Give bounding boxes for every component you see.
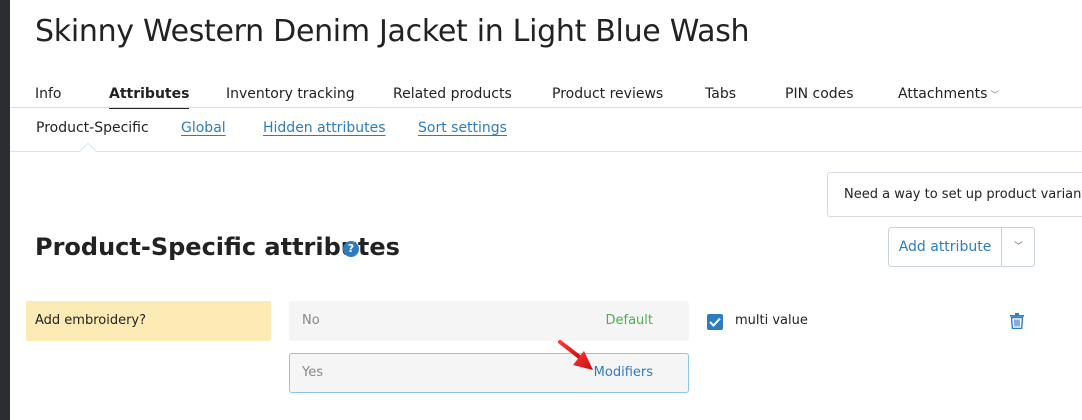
attribute-value-row[interactable]: Yes Modifiers: [289, 353, 689, 393]
subtabs-divider: [10, 151, 1082, 152]
tab-attachments[interactable]: Attachments ﹀: [898, 86, 999, 102]
multi-value-label: multi value: [735, 313, 808, 328]
attribute-value-text: No: [302, 313, 320, 328]
left-sidebar-strip: [0, 0, 10, 420]
tab-related-products[interactable]: Related products: [393, 86, 512, 102]
modifiers-link[interactable]: Modifiers: [594, 365, 653, 380]
add-attribute-dropdown-toggle[interactable]: ﹀: [1002, 228, 1035, 266]
tab-info[interactable]: Info: [35, 86, 62, 102]
checkmark-icon: [709, 317, 721, 327]
help-icon[interactable]: ?: [343, 241, 359, 257]
multi-value-checkbox[interactable]: [707, 314, 723, 330]
chevron-down-icon: ﹀: [1013, 242, 1023, 252]
tab-pin-codes[interactable]: PIN codes: [785, 86, 854, 102]
attribute-value-text: Yes: [302, 365, 323, 380]
product-variants-hint[interactable]: Need a way to set up product variants?: [827, 172, 1082, 217]
active-subtab-caret: [79, 142, 97, 160]
subtab-global[interactable]: Global: [181, 120, 226, 136]
default-value-tag: Default: [605, 313, 654, 328]
tab-product-reviews[interactable]: Product reviews: [552, 86, 663, 102]
add-attribute-button-group: Add attribute ﹀: [888, 227, 1035, 267]
tabs-divider: [10, 107, 1082, 108]
tab-attributes[interactable]: Attributes: [109, 86, 190, 109]
annotation-arrow-icon: [558, 340, 593, 370]
product-variants-hint-text: Need a way to set up product variants?: [844, 187, 1082, 202]
subtab-sort-settings[interactable]: Sort settings: [418, 120, 507, 136]
subtab-product-specific[interactable]: Product-Specific: [36, 120, 149, 136]
attribute-name[interactable]: Add embroidery?: [26, 301, 271, 341]
add-attribute-button[interactable]: Add attribute: [889, 228, 1001, 266]
chevron-down-icon: ﹀: [990, 91, 1000, 101]
subtab-hidden-attributes[interactable]: Hidden attributes: [263, 120, 386, 136]
trash-icon[interactable]: [1010, 313, 1024, 329]
tab-inventory-tracking[interactable]: Inventory tracking: [226, 86, 355, 102]
tab-tabs[interactable]: Tabs: [705, 86, 736, 102]
tab-attachments-label: Attachments: [898, 86, 988, 102]
page-title: Skinny Western Denim Jacket in Light Blu…: [35, 14, 750, 49]
attribute-name-text: Add embroidery?: [35, 313, 147, 328]
attribute-value-row[interactable]: No Default: [289, 301, 689, 341]
